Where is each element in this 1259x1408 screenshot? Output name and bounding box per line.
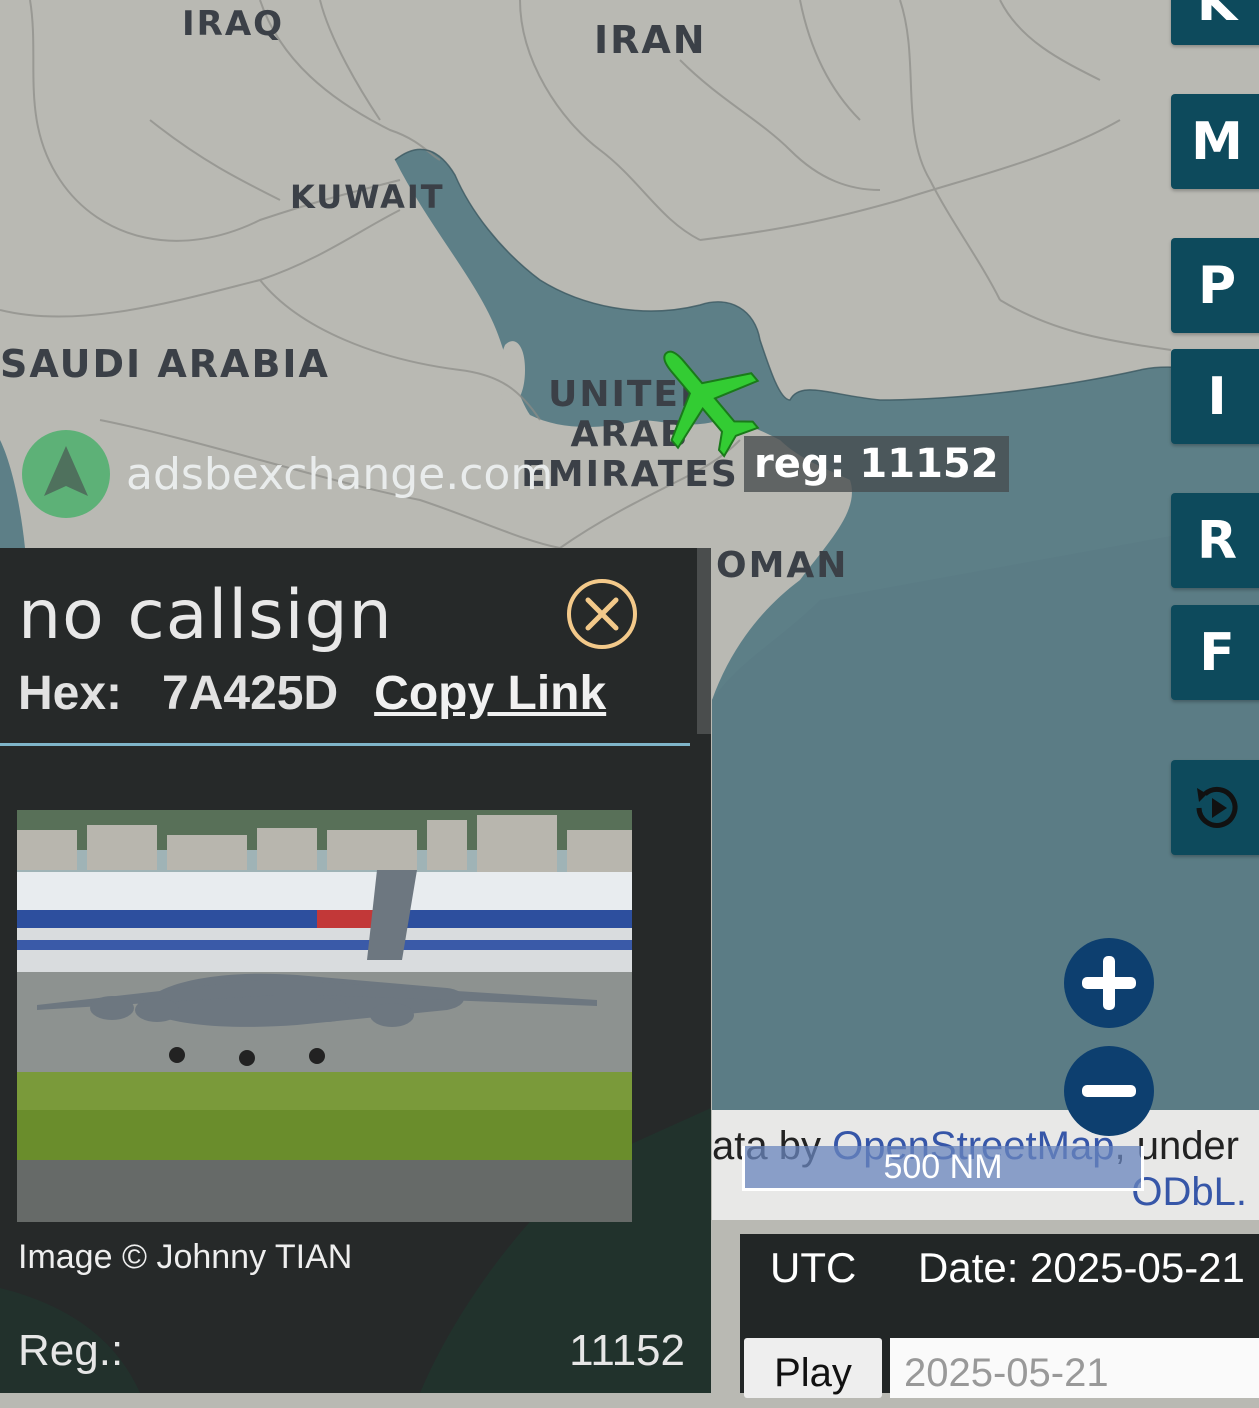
zoom-out-button[interactable] (1064, 1046, 1154, 1136)
replay-button[interactable] (1171, 760, 1259, 855)
country-label-saudi-arabia: SAUDI ARABIA (0, 342, 330, 386)
utc-label: UTC (770, 1244, 857, 1291)
replay-icon (1196, 786, 1238, 828)
replay-date-panel: UTC Date: 2025-05-21 Play 2025-05-21 (740, 1234, 1259, 1398)
m-button[interactable]: M (1171, 94, 1259, 189)
callsign: no callsign (18, 576, 393, 655)
date-input[interactable]: 2025-05-21 (890, 1338, 1259, 1398)
f-button[interactable]: F (1171, 605, 1259, 700)
aircraft-info-panel: no callsign Hex: 7A425D Copy Link Image … (0, 548, 711, 1393)
zoom-in-button[interactable] (1064, 938, 1154, 1028)
i-button[interactable]: I (1171, 349, 1259, 444)
brand: adsbexchange.com (22, 430, 553, 518)
k-button[interactable]: K (1171, 0, 1259, 45)
scale-bar: 500 NM (742, 1146, 1144, 1191)
r-button[interactable]: R (1171, 493, 1259, 588)
brand-text: adsbexchange.com (126, 448, 554, 500)
hex-label: Hex: (18, 667, 123, 720)
image-credit: Image © Johnny TIAN (18, 1238, 353, 1276)
reg-label: Reg.: (18, 1326, 124, 1375)
copy-link[interactable]: Copy Link (374, 667, 606, 720)
plus-icon (1082, 956, 1136, 1010)
adsbexchange-logo-icon (22, 430, 110, 518)
aircraft-photo[interactable] (17, 810, 632, 1222)
panel-divider (0, 743, 690, 746)
country-label-oman: OMAN (716, 545, 849, 586)
date-label: Date: 2025-05-21 (918, 1244, 1245, 1291)
hex-row: Hex: 7A425D Copy Link (18, 666, 606, 721)
country-label-kuwait: KUWAIT (290, 178, 445, 216)
country-label-iran: IRAN (594, 18, 707, 62)
reg-value: 11152 (569, 1326, 685, 1375)
aircraft-reg-tag[interactable]: reg: 11152 (744, 436, 1009, 492)
play-button[interactable]: Play (744, 1338, 882, 1398)
hex-value: 7A425D (162, 667, 339, 720)
country-label-iraq: IRAQ (182, 4, 285, 44)
scale-text: 500 NM (883, 1148, 1003, 1186)
p-button[interactable]: P (1171, 238, 1259, 333)
close-icon[interactable] (566, 578, 638, 650)
odbl-link[interactable]: ODbL. (1131, 1170, 1247, 1215)
panel-scrollbar[interactable] (697, 548, 711, 734)
minus-icon (1082, 1085, 1136, 1097)
